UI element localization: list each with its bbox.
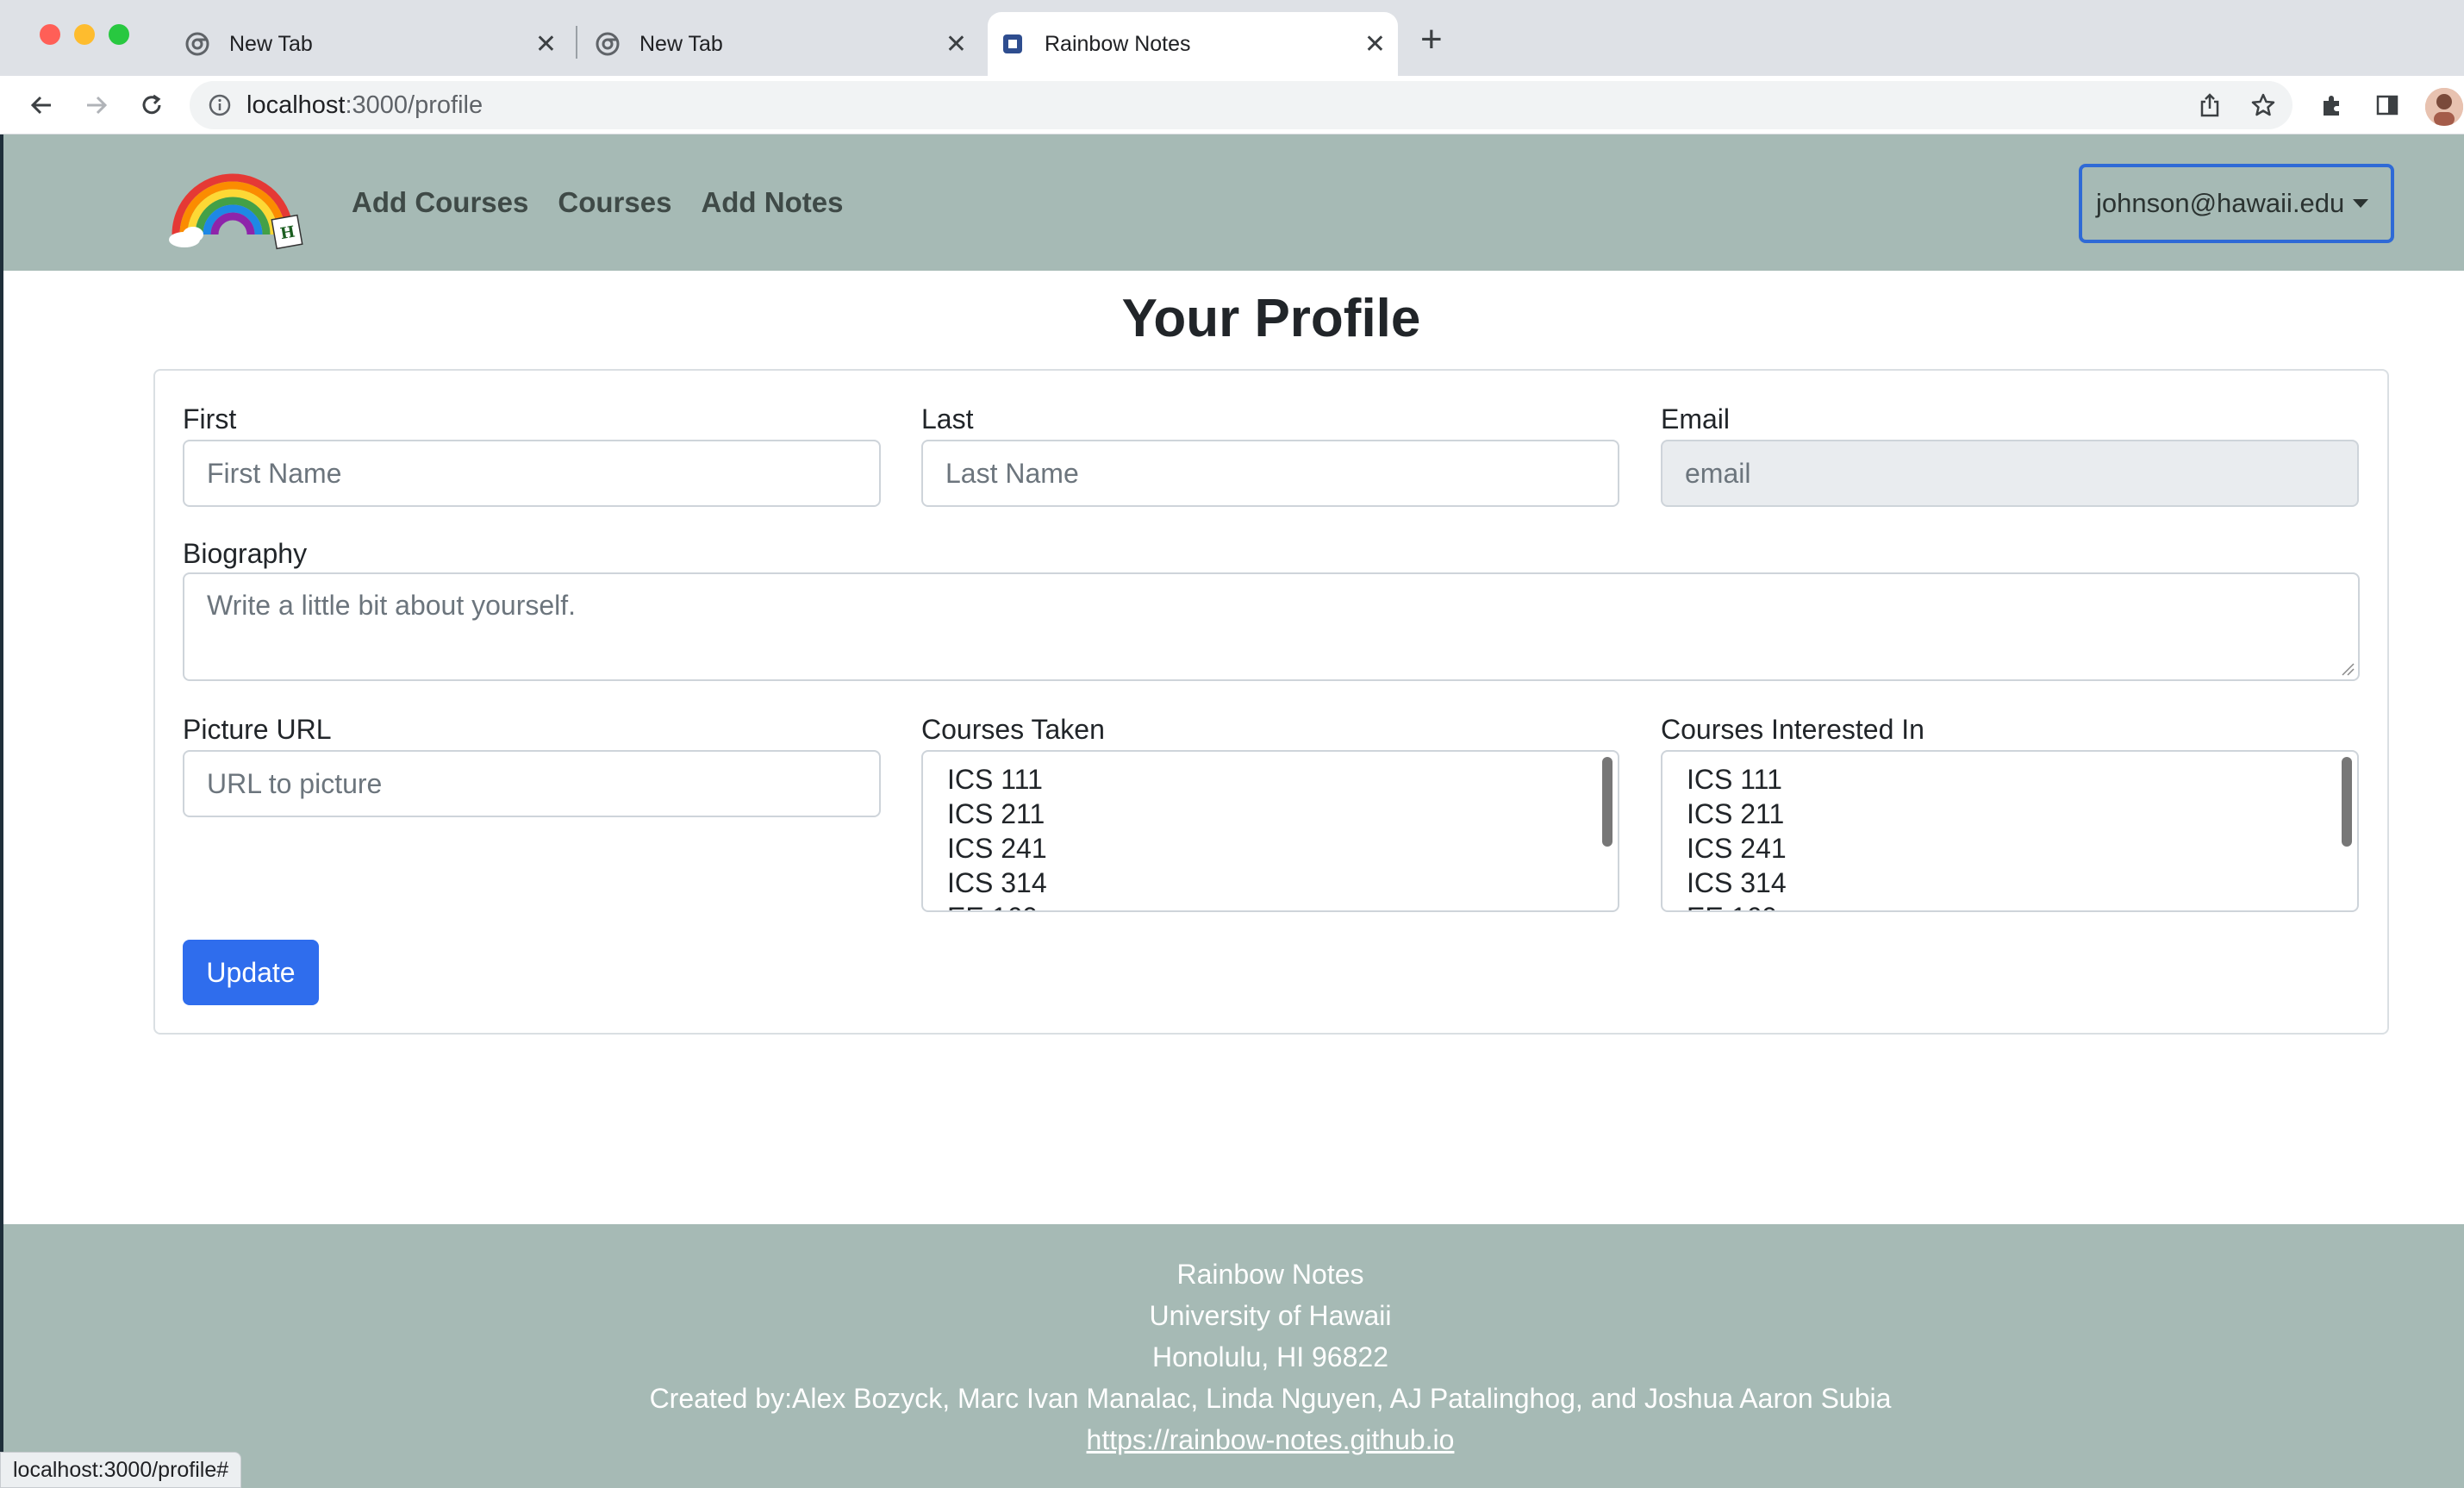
browser-tab-active[interactable]: Rainbow Notes ✕	[988, 12, 1398, 76]
user-email: johnson@hawaii.edu	[2096, 188, 2345, 218]
tab-divider	[576, 26, 577, 59]
email-label: Email	[1661, 403, 1731, 435]
last-name-placeholder: Last Name	[945, 457, 1079, 489]
course-option[interactable]: ICS 241	[923, 831, 1618, 866]
first-name-placeholder: First Name	[207, 457, 342, 489]
course-option[interactable]: ICS 241	[1662, 831, 2357, 866]
browser-tab[interactable]: New Tab ✕	[583, 12, 979, 76]
footer-site-link[interactable]: https://rainbow-notes.github.io	[1087, 1424, 1455, 1455]
tab-title: Rainbow Notes	[1045, 31, 1191, 56]
resize-grip-icon[interactable]	[2341, 662, 2355, 676]
window-close-control[interactable]	[40, 24, 60, 45]
side-panel-icon[interactable]	[2368, 86, 2406, 124]
browser-tab[interactable]: New Tab ✕	[172, 12, 569, 76]
course-option[interactable]: ICS 314	[1662, 866, 2357, 900]
nav-courses[interactable]: Courses	[558, 186, 671, 219]
biography-label: Biography	[183, 538, 308, 569]
tab-close-icon[interactable]: ✕	[945, 29, 967, 59]
new-tab-icon[interactable]: +	[1420, 19, 1443, 60]
caret-down-icon	[2353, 199, 2369, 208]
address-bar[interactable]: localhost:3000/profile	[190, 81, 2292, 129]
footer-address: Honolulu, HI 96822	[1152, 1341, 1388, 1372]
reload-icon[interactable]	[133, 86, 171, 124]
course-option[interactable]: ICS 211	[923, 797, 1618, 831]
footer-university: University of Hawaii	[1149, 1300, 1392, 1331]
site-info-icon[interactable]	[209, 94, 231, 116]
page-title: Your Profile	[1121, 289, 1421, 348]
browser-toolbar: localhost:3000/profile	[0, 76, 2464, 134]
site-footer: Rainbow Notes University of Hawaii Honol…	[3, 1224, 2464, 1488]
picture-url-label: Picture URL	[183, 714, 332, 745]
nav-add-notes[interactable]: Add Notes	[701, 186, 843, 219]
courses-interested-select[interactable]: ICS 111 ICS 211 ICS 241 ICS 314 EE 160	[1661, 750, 2359, 912]
bookmark-star-icon[interactable]	[2244, 86, 2282, 124]
svg-text:H: H	[279, 223, 296, 244]
browser-tab-bar: New Tab ✕ New Tab ✕ Rainbow Notes ✕ +	[0, 0, 2464, 76]
biography-placeholder: Write a little bit about yourself.	[207, 590, 577, 621]
extensions-icon[interactable]	[2313, 86, 2351, 124]
first-name-label: First	[183, 403, 237, 435]
listbox-scrollbar[interactable]	[1602, 757, 1613, 847]
tab-close-icon[interactable]: ✕	[535, 29, 557, 59]
nav-links: Add Courses Courses Add Notes	[352, 134, 843, 271]
course-option[interactable]: ICS 314	[923, 866, 1618, 900]
listbox-scrollbar[interactable]	[2342, 757, 2352, 847]
tab-title: New Tab	[229, 31, 313, 56]
last-name-input[interactable]: Last Name	[921, 440, 1619, 507]
email-placeholder: email	[1685, 457, 1751, 489]
site-favicon-icon	[1000, 31, 1026, 57]
app-navbar: H Add Courses Courses Add Notes johnson@…	[3, 134, 2464, 271]
url-path: :3000/profile	[345, 91, 483, 119]
url-text: localhost:3000/profile	[246, 91, 483, 120]
back-arrow-icon[interactable]	[22, 86, 60, 124]
share-icon[interactable]	[2191, 86, 2229, 124]
courses-interested-label: Courses Interested In	[1661, 714, 1924, 745]
user-dropdown[interactable]: johnson@hawaii.edu	[2079, 164, 2394, 243]
course-option[interactable]: ICS 211	[1662, 797, 2357, 831]
profile-avatar[interactable]	[2425, 88, 2463, 126]
chrome-icon	[595, 31, 621, 57]
biography-textarea[interactable]: Write a little bit about yourself.	[183, 572, 2360, 681]
course-option[interactable]: ICS 111	[923, 762, 1618, 797]
rainbow-logo[interactable]: H	[167, 159, 305, 253]
footer-app-name: Rainbow Notes	[1176, 1259, 1364, 1290]
footer-credits: Created by:Alex Bozyck, Marc Ivan Manala…	[649, 1383, 1892, 1414]
forward-arrow-icon[interactable]	[78, 86, 115, 124]
email-field: email	[1661, 440, 2359, 507]
last-name-label: Last	[921, 403, 974, 435]
tab-title: New Tab	[639, 31, 723, 56]
tab-close-icon[interactable]: ✕	[1364, 29, 1386, 59]
url-host: localhost	[246, 91, 346, 119]
courses-taken-select[interactable]: ICS 111 ICS 211 ICS 241 ICS 314 EE 160	[921, 750, 1619, 912]
picture-url-input[interactable]: URL to picture	[183, 750, 881, 817]
window-minimize-control[interactable]	[74, 24, 95, 45]
courses-taken-label: Courses Taken	[921, 714, 1105, 745]
nav-add-courses[interactable]: Add Courses	[352, 186, 528, 219]
update-button[interactable]: Update	[183, 940, 319, 1005]
picture-url-placeholder: URL to picture	[207, 767, 383, 799]
first-name-input[interactable]: First Name	[183, 440, 881, 507]
course-option[interactable]: EE 160	[1662, 900, 2357, 910]
course-option[interactable]: ICS 111	[1662, 762, 2357, 797]
footer-link-row: https://rainbow-notes.github.io	[3, 1424, 2464, 1456]
browser-status-bar: localhost:3000/profile#	[0, 1452, 242, 1488]
window-maximize-control[interactable]	[109, 24, 129, 45]
course-option[interactable]: EE 160	[923, 900, 1618, 910]
chrome-icon	[184, 31, 210, 57]
